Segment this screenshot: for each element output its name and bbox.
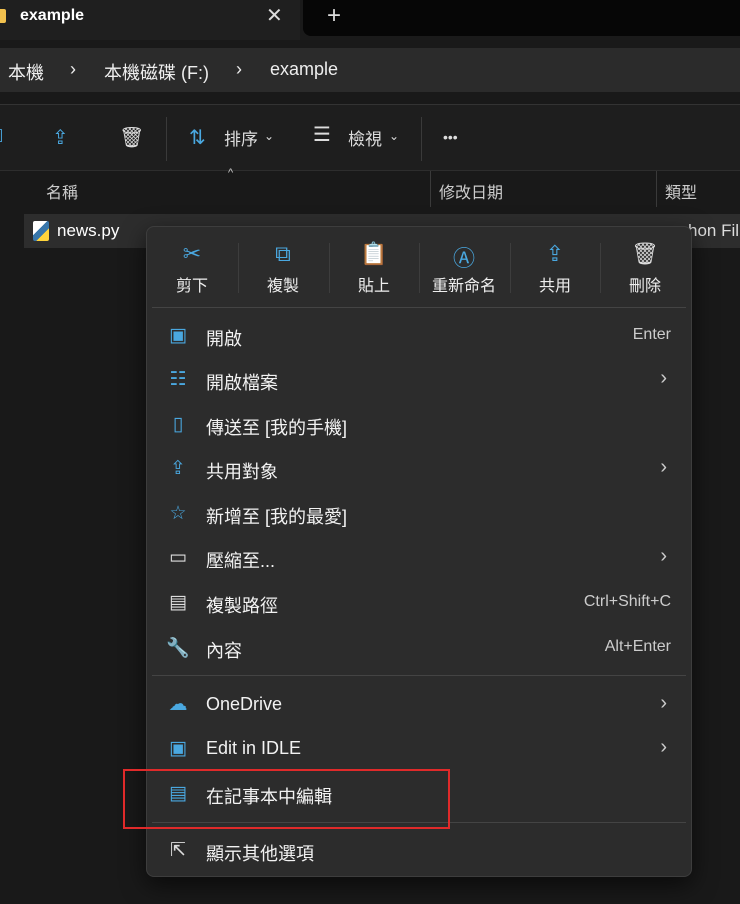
file-type: hon Fil xyxy=(688,221,740,240)
menu-item-label: Edit in IDLE xyxy=(206,738,302,758)
breadcrumb-drive[interactable]: 本機磁碟 (F:) xyxy=(104,59,209,85)
sort-button[interactable]: 排序 xyxy=(224,125,258,150)
chevron-down-icon: ⌄ xyxy=(389,129,400,143)
menu-item-label: OneDrive xyxy=(206,694,283,714)
cut-label: 剪下 xyxy=(175,278,208,295)
column-modified[interactable]: 修改日期 xyxy=(439,179,503,203)
column-name[interactable]: 名稱 xyxy=(46,179,78,203)
menu-item-send-to-phone[interactable]: ▯ 傳送至 [我的手機] xyxy=(147,404,691,446)
tab-strip-empty xyxy=(303,0,740,36)
copy-icon: ⧉ xyxy=(275,241,291,266)
copy-path-icon: ▤ xyxy=(169,592,187,613)
menu-item-label: 開啟檔案 xyxy=(206,373,278,393)
delete-label: 刪除 xyxy=(628,278,661,295)
python-icon: ▣ xyxy=(169,738,187,759)
menu-item-show-more[interactable]: ⇱ 顯示其他選項 xyxy=(147,830,691,872)
close-tab-icon[interactable]: ✕ xyxy=(266,3,283,28)
paste-button[interactable]: 📋 貼上 xyxy=(329,227,419,303)
shortcut: Enter xyxy=(632,326,671,343)
rename-button[interactable]: Ⓐ 重新命名 xyxy=(419,227,509,303)
delete-icon[interactable]: 🗑 xyxy=(119,125,144,150)
delete-button[interactable]: 🗑 刪除 xyxy=(600,227,690,303)
menu-item-label: 新增至 [我的最愛] xyxy=(206,507,348,527)
menu-item-share-with[interactable]: ⇪ 共用對象 › xyxy=(147,448,691,490)
chevron-right-icon[interactable]: › xyxy=(236,59,242,80)
tab-example[interactable]: example ✕ xyxy=(0,0,300,40)
copy-label: 複製 xyxy=(266,278,299,295)
star-icon: ☆ xyxy=(169,503,187,524)
shortcut: Ctrl+Shift+C xyxy=(583,593,671,610)
menu-item-label: 內容 xyxy=(206,641,242,661)
chevron-right-icon: › xyxy=(660,545,667,567)
menu-item-add-favorites[interactable]: ☆ 新增至 [我的最愛] xyxy=(147,493,691,535)
menu-item-label: 傳送至 [我的手機] xyxy=(206,418,348,438)
clipboard-icon: 📋 xyxy=(360,241,388,266)
wrench-icon: 🔧 xyxy=(166,638,190,659)
trash-icon: 🗑 xyxy=(631,241,659,266)
tab-bar: example ✕ + xyxy=(0,0,740,40)
chevron-down-icon: ⌄ xyxy=(264,129,275,143)
share-icon: ⇪ xyxy=(545,241,565,266)
rename-icon: Ⓐ xyxy=(452,246,475,271)
open-with-icon: ☷ xyxy=(169,369,187,390)
phone-icon: ▯ xyxy=(172,414,184,435)
menu-item-label: 壓縮至... xyxy=(206,551,276,571)
menu-item-label: 複製路徑 xyxy=(206,596,278,616)
share-label: 共用 xyxy=(538,278,571,295)
shortcut: Alt+Enter xyxy=(604,638,671,655)
share-icon[interactable]: ⇪ xyxy=(52,125,69,150)
new-tab-button[interactable]: + xyxy=(327,2,341,30)
column-header: 名稱 ^ 修改日期 類型 xyxy=(0,167,740,208)
chevron-right-icon: › xyxy=(660,692,667,714)
menu-item-label: 共用對象 xyxy=(206,462,278,482)
menu-item-compress[interactable]: ▭ 壓縮至... › xyxy=(147,537,691,579)
zip-folder-icon: ▭ xyxy=(169,547,187,568)
python-file-icon xyxy=(33,221,49,241)
copy-button[interactable]: ⧉ 複製 xyxy=(238,227,328,303)
file-name: news.py xyxy=(57,221,120,240)
rename-label: 重新命名 xyxy=(431,278,496,295)
scissors-icon: ✂ xyxy=(182,241,202,266)
chevron-right-icon: › xyxy=(660,456,667,478)
command-bar: ▯ ⇪ 🗑 ⇅ 排序 ⌄ ☰ 檢視 ⌄ ••• xyxy=(0,104,740,170)
sort-icon[interactable]: ⇅ xyxy=(189,125,206,150)
chevron-right-icon: › xyxy=(660,367,667,389)
python-icon: ▣ xyxy=(169,325,187,346)
menu-item-properties[interactable]: 🔧 內容 Alt+Enter xyxy=(147,627,691,669)
highlight-box xyxy=(123,769,450,829)
cut-button[interactable]: ✂ 剪下 xyxy=(147,227,237,303)
expand-icon: ⇱ xyxy=(170,840,186,861)
chevron-right-icon[interactable]: › xyxy=(70,59,76,80)
tab-title: example xyxy=(20,7,85,24)
menu-item-open-with[interactable]: ☷ 開啟檔案 › xyxy=(147,359,691,401)
menu-item-onedrive[interactable]: ☁ OneDrive › xyxy=(147,684,691,726)
copy-icon[interactable]: ▯ xyxy=(0,125,3,145)
menu-item-copy-path[interactable]: ▤ 複製路徑 Ctrl+Shift+C xyxy=(147,582,691,624)
menu-item-edit-idle[interactable]: ▣ Edit in IDLE › xyxy=(147,728,691,770)
share-button[interactable]: ⇪ 共用 xyxy=(510,227,600,303)
view-icon[interactable]: ☰ xyxy=(313,122,331,147)
chevron-right-icon: › xyxy=(660,736,667,758)
share-icon: ⇪ xyxy=(170,458,186,479)
breadcrumb-folder[interactable]: example xyxy=(270,59,338,80)
cloud-icon: ☁ xyxy=(168,694,188,715)
more-options-button[interactable]: ••• xyxy=(443,129,458,145)
folder-icon xyxy=(0,9,6,23)
paste-label: 貼上 xyxy=(357,278,390,295)
menu-item-open[interactable]: ▣ 開啟 Enter xyxy=(147,315,691,357)
column-type[interactable]: 類型 xyxy=(665,179,697,203)
menu-item-label: 顯示其他選項 xyxy=(206,844,314,864)
view-button[interactable]: 檢視 xyxy=(348,125,382,150)
menu-item-label: 開啟 xyxy=(206,329,242,349)
breadcrumb-this-pc[interactable]: 本機 xyxy=(8,59,44,85)
address-bar[interactable]: 本機 › 本機磁碟 (F:) › example xyxy=(0,48,740,92)
sort-up-icon: ^ xyxy=(228,167,234,179)
